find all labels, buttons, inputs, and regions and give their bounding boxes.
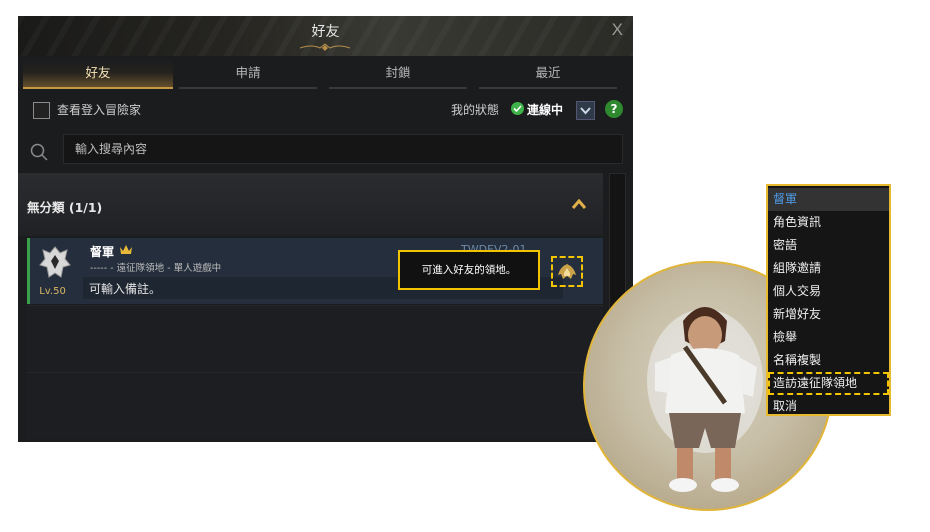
menu-item-cancel[interactable]: 取消 (768, 395, 889, 418)
estate-emblem-icon (558, 264, 576, 279)
friend-status-line: ----- - 遠征隊領地 - 單人遊戲中 (90, 263, 222, 274)
help-button[interactable]: ? (605, 100, 623, 118)
group-header-uncategorized[interactable]: 無分類 (1/1) (18, 173, 603, 236)
tab-bar: 好友 申請 封鎖 最近 (18, 59, 633, 89)
window-title: 好友 (311, 24, 340, 40)
view-login-label: 查看登入冒險家 (57, 103, 142, 117)
friend-name: 督軍 (90, 245, 115, 259)
menu-item-copy-name[interactable]: 名稱複製 (768, 349, 889, 372)
menu-item-report[interactable]: 檢舉 (768, 326, 889, 349)
menu-item-whisper[interactable]: 密語 (768, 234, 889, 257)
context-menu-header: 督軍 (768, 188, 889, 211)
menu-item-add-friend[interactable]: 新增好友 (768, 303, 889, 326)
online-check-icon (511, 102, 524, 115)
my-status-label: 我的狀態 (451, 103, 500, 117)
tab-requests[interactable]: 申請 (173, 59, 323, 89)
menu-item-party-invite[interactable]: 組隊邀請 (768, 257, 889, 280)
visit-estate-button[interactable] (551, 256, 583, 287)
tab-friends[interactable]: 好友 (23, 59, 173, 89)
friend-context-menu: 督軍 角色資訊 密語 組隊邀請 個人交易 新增好友 檢舉 名稱複製 造訪遠征隊領… (766, 184, 891, 416)
tooltip-text: 可進入好友的領地。 (421, 264, 517, 276)
crown-icon (120, 245, 132, 254)
search-icon (30, 143, 48, 161)
chevron-up-icon (572, 199, 586, 209)
chevron-down-icon (580, 107, 591, 115)
title-bar[interactable]: 好友 X (18, 16, 633, 56)
close-button[interactable]: X (612, 20, 623, 40)
my-status-value: 連線中 (527, 103, 564, 117)
friends-window: 好友 X 好友 申請 封鎖 最近 查看登入冒險家 我的狀態 連線中 ? 無分類 … (18, 16, 633, 442)
view-login-checkbox[interactable] (33, 102, 50, 119)
friend-level: Lv.50 (39, 286, 66, 297)
class-emblem-icon (39, 246, 71, 278)
tab-recent[interactable]: 最近 (473, 59, 623, 89)
status-dropdown-button[interactable] (576, 101, 595, 120)
friend-memo-text: 可輸入備註。 (89, 282, 162, 296)
menu-item-trade[interactable]: 個人交易 (768, 280, 889, 303)
group-label: 無分類 (1/1) (27, 200, 103, 215)
search-field[interactable] (63, 134, 623, 164)
empty-list-row (27, 305, 603, 372)
tab-blocked[interactable]: 封鎖 (323, 59, 473, 89)
menu-item-visit-estate[interactable]: 造訪遠征隊領地 (768, 372, 889, 395)
menu-item-character-info[interactable]: 角色資訊 (768, 211, 889, 234)
search-input[interactable] (64, 135, 622, 163)
options-row: 查看登入冒險家 我的狀態 連線中 ? (18, 98, 633, 122)
empty-list-row (27, 372, 603, 439)
title-ornament-icon (300, 43, 350, 51)
visit-tooltip: 可進入好友的領地。 (398, 250, 540, 290)
